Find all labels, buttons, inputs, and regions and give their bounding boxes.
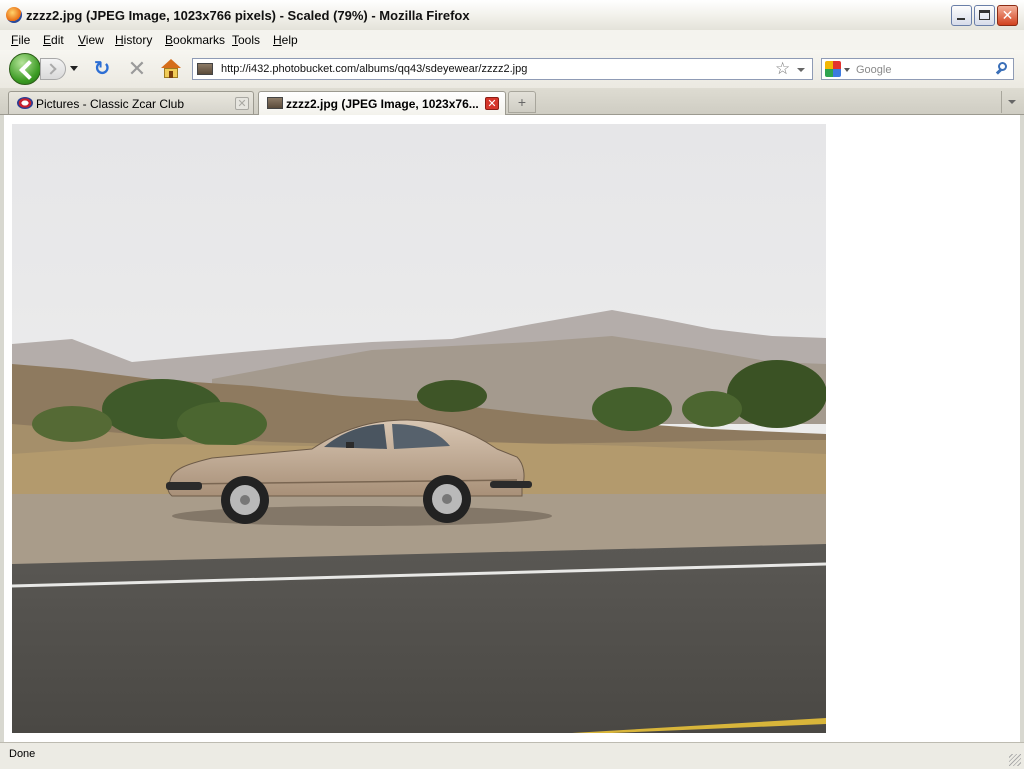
- photo-image: [12, 124, 826, 733]
- google-icon[interactable]: [825, 61, 841, 77]
- home-icon[interactable]: [160, 59, 182, 79]
- tab-label: Pictures - Classic Zcar Club: [36, 97, 185, 111]
- maximize-button[interactable]: [974, 5, 995, 26]
- search-input[interactable]: [854, 60, 992, 80]
- site-favicon-icon: [197, 63, 213, 75]
- menu-help[interactable]: Help: [273, 33, 298, 47]
- menu-bookmarks[interactable]: Bookmarks: [165, 33, 225, 47]
- tab-strip: Pictures - Classic Zcar Club ✕ zzzz2.jpg…: [0, 88, 1024, 115]
- search-bar: [821, 58, 1014, 80]
- minimize-button[interactable]: [951, 5, 972, 26]
- tab-close-icon[interactable]: ✕: [235, 97, 249, 110]
- resize-grip-icon[interactable]: [1009, 754, 1021, 766]
- firefox-icon: [6, 7, 22, 23]
- back-button[interactable]: [9, 53, 41, 85]
- status-text: Done: [9, 748, 36, 760]
- tab-zzzz2-jpg[interactable]: zzzz2.jpg (JPEG Image, 1023x76... ✕: [258, 91, 506, 115]
- close-window-button[interactable]: ✕: [997, 5, 1018, 26]
- menu-tools[interactable]: Tools: [232, 33, 260, 47]
- image-favicon-icon: [267, 97, 283, 109]
- search-icon[interactable]: [994, 61, 1010, 77]
- stop-icon[interactable]: ✕: [126, 58, 148, 80]
- page-content: [4, 115, 1020, 742]
- menu-edit[interactable]: Edit: [43, 33, 64, 47]
- minimize-icon: [957, 18, 965, 20]
- tab-list-dropdown-icon[interactable]: [1001, 91, 1022, 113]
- menu-history[interactable]: History: [115, 33, 152, 47]
- photo-datsun-240z[interactable]: [12, 124, 826, 733]
- title-bar: zzzz2.jpg (JPEG Image, 1023x766 pixels) …: [0, 0, 1024, 31]
- menu-bar: File Edit View History Bookmarks Tools H…: [0, 30, 1024, 50]
- zcar-club-icon: [17, 97, 33, 109]
- forward-button[interactable]: [40, 58, 66, 80]
- address-bar[interactable]: http://i432.photobucket.com/albums/qq43/…: [192, 58, 813, 80]
- menu-file[interactable]: File: [11, 33, 30, 47]
- url-history-dropdown-icon[interactable]: [797, 68, 805, 72]
- reload-icon[interactable]: ↻: [92, 59, 112, 79]
- url-text[interactable]: http://i432.photobucket.com/albums/qq43/…: [221, 63, 527, 75]
- tab-close-icon[interactable]: ✕: [485, 97, 499, 110]
- tab-label: zzzz2.jpg (JPEG Image, 1023x76...: [286, 97, 479, 111]
- maximize-icon: [979, 10, 990, 20]
- status-bar: Done: [0, 742, 1024, 769]
- engine-dropdown-icon[interactable]: [844, 68, 850, 72]
- close-icon: ✕: [1001, 7, 1014, 23]
- window-title: zzzz2.jpg (JPEG Image, 1023x766 pixels) …: [26, 8, 470, 23]
- new-tab-button[interactable]: +: [508, 91, 536, 113]
- bookmark-star-icon[interactable]: ☆: [775, 59, 790, 79]
- menu-view[interactable]: View: [78, 33, 104, 47]
- tab-classic-zcar-club[interactable]: Pictures - Classic Zcar Club ✕: [8, 91, 254, 114]
- history-dropdown-icon[interactable]: [68, 62, 80, 76]
